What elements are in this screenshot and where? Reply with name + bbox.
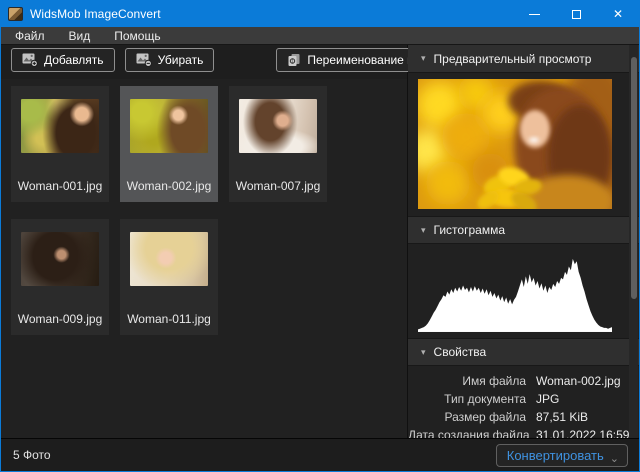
add-button-label: Добавлять <box>44 53 104 67</box>
right-panel-scrollbar[interactable] <box>629 45 638 438</box>
property-value: 87,51 KiB <box>536 410 639 424</box>
left-panel: Добавлять Убирать <box>1 45 408 438</box>
convert-button[interactable]: Конвертировать ⌄ <box>496 444 628 467</box>
histogram-section-header[interactable]: ▾ Гистограмма <box>408 216 639 244</box>
image-plus-icon <box>22 53 38 67</box>
thumbnail-image <box>130 99 208 153</box>
properties-body: Имя файла Woman-002.jpg Тип документа JP… <box>408 366 639 437</box>
property-label: Дата создания файла <box>408 428 526 438</box>
window-controls: ✕ <box>513 1 639 27</box>
thumbnail-image <box>130 232 208 286</box>
thumbnail-woman-011[interactable]: Woman-011.jpg <box>120 219 218 335</box>
properties-header-label: Свойства <box>434 345 487 359</box>
remove-button-label: Убирать <box>158 53 204 67</box>
add-button[interactable]: Добавлять <box>11 48 115 72</box>
minimize-icon <box>529 14 540 15</box>
preview-photo <box>418 79 612 209</box>
thumbnail-woman-001[interactable]: Woman-001.jpg <box>11 86 109 202</box>
property-label: Тип документа <box>408 392 526 406</box>
properties-table: Имя файла Woman-002.jpg Тип документа JP… <box>408 374 639 438</box>
menu-view[interactable]: Вид <box>57 27 103 44</box>
thumbnail-woman-007[interactable]: Woman-007.jpg <box>229 86 327 202</box>
chevron-down-icon: ⌄ <box>610 452 619 465</box>
collapse-icon: ▾ <box>421 347 426 358</box>
properties-section-header[interactable]: ▾ Свойства <box>408 338 639 366</box>
preview-image <box>418 79 612 209</box>
close-icon: ✕ <box>613 8 623 20</box>
property-value: 31.01.2022 16:59 <box>536 428 639 438</box>
collapse-icon: ▾ <box>421 225 426 236</box>
thumbnail-image <box>239 99 317 153</box>
property-value: JPG <box>536 392 639 406</box>
window-title: WidsMob ImageConvert <box>30 7 161 21</box>
histogram-header-label: Гистограмма <box>434 223 505 237</box>
thumbnail-woman-009[interactable]: Woman-009.jpg <box>11 219 109 335</box>
close-button[interactable]: ✕ <box>597 1 639 27</box>
menubar: Файл Вид Помощь <box>1 27 639 45</box>
collapse-icon: ▾ <box>421 53 426 64</box>
statusbar: 5 Фото Конвертировать ⌄ <box>1 438 639 471</box>
thumbnail-image <box>21 99 99 153</box>
histogram-plot <box>418 249 612 333</box>
thumbnail-woman-002[interactable]: Woman-002.jpg <box>120 86 218 202</box>
thumbnail-filename: Woman-007.jpg <box>229 179 327 193</box>
minimize-button[interactable] <box>513 1 555 27</box>
photo-count: 5 Фото <box>13 448 51 462</box>
convert-button-label: Конвертировать <box>507 448 604 463</box>
thumbnail-image <box>21 232 99 286</box>
remove-button[interactable]: Убирать <box>125 48 215 72</box>
titlebar: WidsMob ImageConvert ✕ <box>1 1 639 27</box>
property-label: Размер файла <box>408 410 526 424</box>
property-value: Woman-002.jpg <box>536 374 639 388</box>
right-panel: ▾ Предварительный просмотр <box>408 45 639 438</box>
thumbnail-filename: Woman-001.jpg <box>11 179 109 193</box>
thumbnail-filename: Woman-009.jpg <box>11 312 109 326</box>
toolbar: Добавлять Убирать <box>1 45 407 79</box>
stacked-pages-icon <box>287 53 301 67</box>
preview-body <box>408 73 639 216</box>
property-label: Имя файла <box>408 374 526 388</box>
preview-header-label: Предварительный просмотр <box>434 52 592 66</box>
histogram-body <box>408 244 639 338</box>
image-minus-icon <box>136 53 152 67</box>
preview-section-header[interactable]: ▾ Предварительный просмотр <box>408 45 639 73</box>
menu-help[interactable]: Помощь <box>102 27 172 44</box>
maximize-icon <box>572 10 581 19</box>
scrollbar-thumb[interactable] <box>631 57 637 299</box>
menu-file[interactable]: Файл <box>1 27 57 44</box>
thumbnail-grid: Woman-001.jpg Woman-002.jpg Woman-007.jp… <box>1 79 407 335</box>
main-area: Добавлять Убирать <box>1 45 639 438</box>
app-window: WidsMob ImageConvert ✕ Файл Вид Помощь <box>0 0 640 472</box>
app-logo-icon <box>8 7 23 21</box>
thumbnail-filename: Woman-002.jpg <box>120 179 218 193</box>
maximize-button[interactable] <box>555 1 597 27</box>
thumbnail-filename: Woman-011.jpg <box>120 312 218 326</box>
